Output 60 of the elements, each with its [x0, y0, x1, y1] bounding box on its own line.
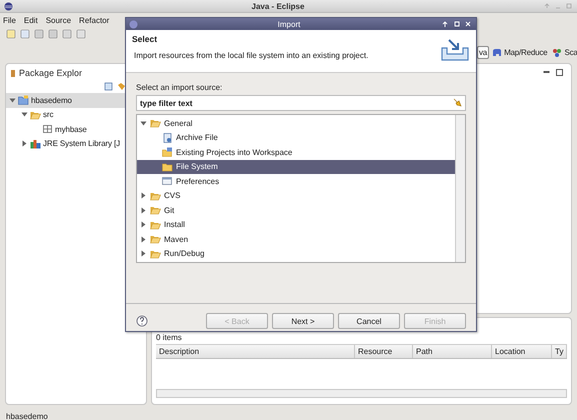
dialog-button[interactable]: Next >: [272, 313, 334, 329]
tree-item[interactable]: Install: [137, 218, 455, 232]
item-count: 0 items: [156, 333, 183, 342]
open-folder-icon: [150, 190, 161, 201]
view-tab[interactable]: Package Explor: [19, 68, 82, 78]
column-header[interactable]: Description: [156, 345, 355, 358]
scrollbar[interactable]: [156, 389, 567, 398]
menu-item[interactable]: Edit: [24, 16, 38, 25]
status-text: hbasedemo: [6, 412, 48, 420]
window-icon: [162, 176, 173, 186]
dialog-button[interactable]: Cancel: [338, 313, 400, 329]
dots-icon: [552, 48, 562, 56]
expander-icon[interactable]: [140, 192, 147, 200]
books-icon: [30, 138, 41, 149]
expander-icon[interactable]: [140, 221, 147, 228]
project-icon: [18, 95, 29, 106]
perspective-button[interactable]: Map/Reduce: [490, 46, 550, 58]
menu-item[interactable]: File: [3, 16, 16, 25]
maximize-icon[interactable]: [556, 69, 563, 76]
page-heading: Select: [132, 34, 158, 44]
expander-icon[interactable]: [140, 206, 147, 214]
document-icon: [162, 132, 173, 143]
expander-icon[interactable]: [21, 140, 28, 148]
help-icon[interactable]: [136, 315, 148, 327]
menu-item[interactable]: Refactor: [79, 16, 110, 25]
scrollbar[interactable]: [455, 115, 465, 262]
tree-item[interactable]: Run/Debug: [137, 246, 455, 261]
window-title: Java - Eclipse: [250, 2, 306, 10]
dialog-title: Import: [276, 20, 302, 28]
column-header[interactable]: Path: [413, 345, 492, 358]
expander-icon[interactable]: [9, 96, 16, 104]
tree-item[interactable]: Git: [137, 203, 455, 218]
minimize-icon[interactable]: [543, 69, 550, 76]
window-controls-icon[interactable]: [440, 20, 473, 28]
project-folder-icon: [162, 147, 173, 158]
tree-item[interactable]: Preferences: [137, 174, 455, 188]
folder-icon: [162, 162, 173, 172]
open-folder-icon: [150, 118, 161, 128]
open-folder-icon: [150, 205, 161, 216]
open-folder-icon: [30, 110, 41, 120]
perspective-button[interactable]: va: [477, 46, 490, 58]
package-icon: [42, 124, 53, 134]
expander-icon[interactable]: [140, 236, 147, 243]
expander-icon[interactable]: [140, 250, 147, 258]
menu-item[interactable]: Source: [46, 16, 72, 25]
field-label: Select an import source:: [136, 83, 224, 92]
page-description: Import resources from the local file system into an existing project.: [133, 51, 370, 60]
tree-item[interactable]: File System: [137, 160, 455, 174]
import-tray-icon: [440, 38, 470, 62]
column-header[interactable]: Location: [492, 345, 552, 358]
tree-item[interactable]: Maven: [137, 232, 455, 246]
filter-field[interactable]: type filter text: [136, 95, 466, 111]
expander-icon[interactable]: [21, 111, 28, 118]
column-header[interactable]: Ty: [552, 345, 567, 358]
expander-icon[interactable]: [140, 120, 147, 127]
open-folder-icon: [150, 234, 161, 244]
open-folder-icon: [150, 220, 161, 230]
column-header[interactable]: Resource: [355, 345, 413, 358]
open-folder-icon: [150, 248, 161, 259]
tree-item[interactable]: CVS: [137, 188, 455, 203]
